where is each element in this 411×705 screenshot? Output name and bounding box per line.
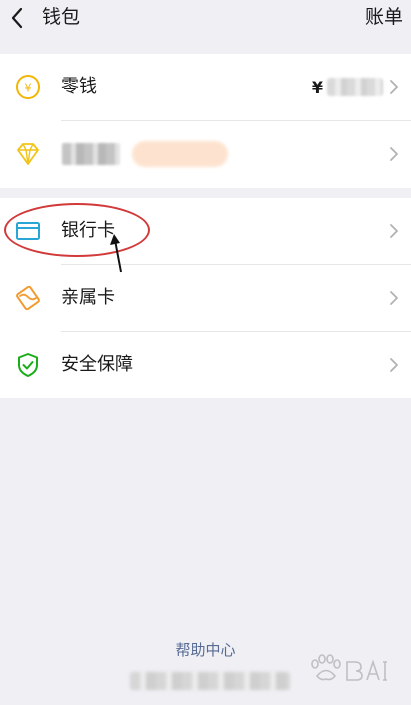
chevron-left-icon [11,7,23,29]
family-card-icon [14,284,42,312]
change-balance: ¥ [312,74,383,100]
annotation-pointer-arrow [108,232,128,274]
watermark-logo [307,650,399,692]
list-item-family-card[interactable]: 亲属卡 [0,265,411,331]
bank-card-icon [14,217,42,245]
bank-card-label: 银行卡 [61,220,115,241]
page-title: 钱包 [42,6,81,28]
list-item-change[interactable]: ¥ 零钱 ¥ [0,54,411,120]
masked-balance-amount [327,78,383,96]
shield-check-icon [14,351,42,379]
chevron-right-icon [389,79,399,95]
diamond-icon [14,140,42,168]
wallet-header: 钱包 账单 [0,0,411,46]
list-item-security[interactable]: 安全保障 [0,332,411,398]
change-label: 零钱 [61,76,97,97]
back-button[interactable] [6,4,32,32]
wallet-services-group: 银行卡 亲属卡 安全保障 [0,198,411,398]
list-item-bank-card[interactable]: 银行卡 [0,198,411,264]
masked-item-name [62,143,120,165]
chevron-right-icon [389,357,399,373]
chevron-right-icon [389,146,399,162]
bill-button[interactable]: 账单 [365,4,403,30]
masked-item-badge [132,141,228,167]
chevron-right-icon [389,290,399,306]
security-label: 安全保障 [61,354,133,375]
list-item-membership[interactable] [0,121,411,187]
masked-footer-text [130,672,290,690]
yuan-coin-icon: ¥ [14,73,42,101]
wallet-balance-group: ¥ 零钱 ¥ [0,54,411,188]
svg-text:¥: ¥ [25,82,32,95]
chevron-right-icon [389,223,399,239]
currency-symbol: ¥ [311,77,323,97]
family-card-label: 亲属卡 [61,287,115,308]
